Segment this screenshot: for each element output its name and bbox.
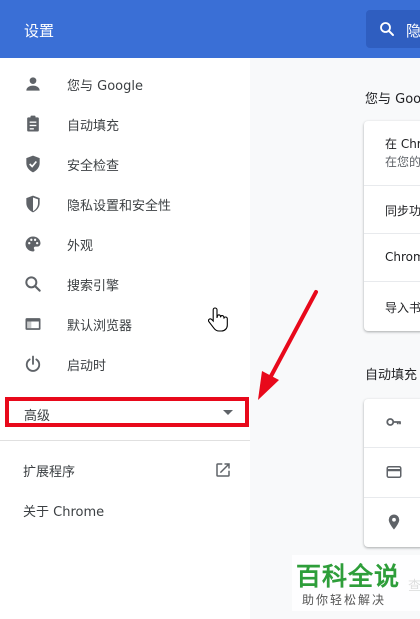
autofill-card (364, 399, 420, 547)
search-icon (380, 22, 394, 36)
person-icon (26, 77, 40, 91)
search-box[interactable]: 隐 (366, 10, 420, 48)
sidebar-item-label: 您与 Google (67, 79, 143, 94)
search-icon (25, 276, 41, 292)
sidebar-item-you-and-google[interactable]: 您与 Google (0, 64, 250, 104)
sidebar-item-autofill[interactable]: 自动填充 (0, 104, 250, 144)
palette-icon (25, 236, 41, 252)
sidebar-item-label: 隐私设置和安全性 (67, 199, 172, 214)
advanced-label: 高级 (24, 409, 51, 424)
card-row[interactable]: Chrom (364, 233, 420, 281)
privacy-shield-icon (26, 195, 40, 213)
open-in-new-icon[interactable] (214, 461, 232, 479)
card-row-addresses[interactable] (364, 497, 420, 547)
card-row-payment[interactable] (364, 447, 420, 497)
sidebar-item-label: 自动填充 (67, 119, 120, 134)
hand-cursor-icon (208, 307, 228, 332)
sidebar-item-label: 搜索引擎 (67, 279, 120, 294)
sidebar-item-appearance[interactable]: 外观 (0, 224, 250, 264)
row-title: Chrom (385, 250, 420, 264)
watermark-title: 百科全说 (296, 562, 401, 591)
sidebar-item-about-chrome[interactable]: 关于 Chrome (23, 501, 104, 520)
settings-main: 您与 Goo 在 Chr 在您的 同步功 Chrom 导入书 自动填充 查 (250, 58, 420, 619)
watermark-logo: 百科全说 助你轻松解决 (292, 555, 420, 611)
row-title: 同步功 (385, 204, 420, 218)
section-title-you-and-google: 您与 Goo (365, 92, 420, 107)
you-and-google-card: 在 Chr 在您的 同步功 Chrom 导入书 (364, 121, 420, 331)
sidebar-item-label: 启动时 (67, 359, 107, 374)
clipboard-icon (27, 115, 39, 132)
settings-sidebar: 您与 Google 自动填充 安全检查 隐私设置和安全性 外观 搜索引擎 默认浏… (0, 58, 250, 619)
watermark-subtitle: 助你轻松解决 (302, 593, 387, 607)
row-title: 在 Chr (385, 137, 420, 151)
card-row[interactable]: 导入书 (364, 281, 420, 331)
shield-check-icon (26, 155, 40, 173)
card-row-passwords[interactable] (364, 399, 420, 447)
app-header: 设置 隐 (0, 0, 420, 58)
sidebar-item-label: 外观 (67, 239, 94, 254)
sidebar-item-safety-check[interactable]: 安全检查 (0, 144, 250, 184)
sidebar-item-extensions[interactable]: 扩展程序 (23, 461, 75, 480)
sidebar-item-search-engine[interactable]: 搜索引擎 (0, 264, 250, 304)
sidebar-item-label: 默认浏览器 (67, 319, 133, 334)
key-icon (386, 418, 401, 426)
sidebar-item-privacy[interactable]: 隐私设置和安全性 (0, 184, 250, 224)
browser-window-icon (25, 318, 41, 330)
sidebar-item-on-startup[interactable]: 启动时 (0, 344, 250, 384)
card-row[interactable]: 同步功 (364, 185, 420, 233)
credit-card-icon (386, 466, 402, 478)
row-title: 导入书 (385, 301, 420, 315)
section-title-autofill: 自动填充 (365, 368, 418, 383)
row-subtitle: 在您的 (385, 155, 420, 169)
sidebar-item-advanced[interactable]: 高级 (5, 397, 249, 427)
power-icon (25, 355, 41, 372)
sidebar-item-label: 安全检查 (67, 159, 120, 174)
location-pin-icon (388, 514, 400, 530)
chevron-down-icon (223, 410, 233, 415)
sidebar-divider (0, 440, 250, 441)
page-title: 设置 (24, 22, 55, 40)
search-input-text: 隐 (406, 22, 420, 40)
card-row[interactable]: 在 Chr 在您的 (364, 121, 420, 185)
